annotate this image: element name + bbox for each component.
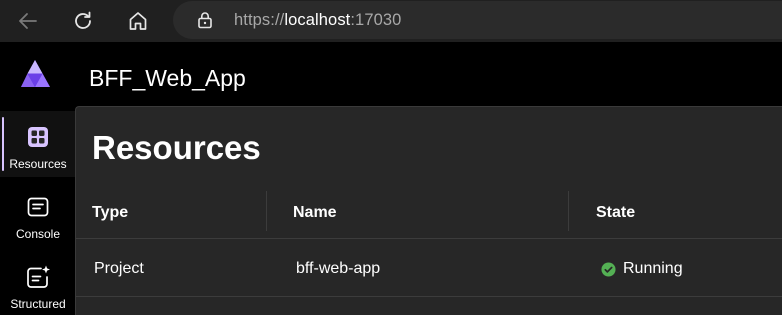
aspire-logo-icon[interactable] — [20, 59, 52, 89]
address-bar[interactable]: https://localhost:17030 — [173, 1, 782, 39]
sidebar-item-label: Resources — [9, 157, 67, 171]
cell-type: Project — [94, 260, 144, 277]
page-title: Resources — [92, 129, 261, 166]
state-label: Running — [623, 260, 683, 277]
reload-button[interactable] — [67, 5, 99, 37]
column-header-type[interactable]: Type — [92, 203, 128, 223]
sidebar-nav: Resources Console Structured — [0, 106, 76, 315]
back-button[interactable] — [12, 5, 44, 37]
sidebar-item-label: Console — [15, 227, 61, 241]
check-circle-icon — [601, 261, 616, 277]
structured-logs-icon — [25, 264, 51, 290]
console-icon — [25, 194, 51, 220]
column-header-state[interactable]: State — [596, 203, 635, 223]
url-scheme: https:// — [234, 11, 285, 29]
url-port: :17030 — [350, 11, 402, 29]
cell-state: Running — [601, 259, 683, 279]
home-button[interactable] — [122, 5, 154, 37]
resources-panel: Resources Type Name State Project bff-we… — [75, 106, 782, 315]
sidebar-item-label: Structured — [10, 297, 66, 311]
url-host: localhost — [284, 11, 351, 29]
table-row[interactable]: Project bff-web-app Running — [76, 240, 782, 297]
column-divider[interactable] — [568, 191, 569, 231]
lock-icon[interactable] — [195, 10, 215, 30]
dashboard-app: BFF_Web_App Resources Console Structured… — [0, 42, 782, 315]
home-icon — [129, 12, 147, 30]
resources-grid-icon — [25, 124, 51, 150]
table-header: Type Name State — [76, 189, 782, 239]
back-arrow-icon — [19, 13, 37, 29]
column-header-name[interactable]: Name — [293, 203, 337, 223]
sidebar-item-console[interactable]: Console — [0, 181, 76, 247]
cell-name[interactable]: bff-web-app — [296, 259, 380, 279]
reload-icon — [75, 11, 91, 29]
url-text: https://localhost:17030 — [234, 10, 401, 30]
column-divider[interactable] — [266, 191, 267, 231]
sidebar-item-resources[interactable]: Resources — [0, 111, 76, 177]
browser-toolbar: https://localhost:17030 — [0, 0, 782, 42]
sidebar-item-structured[interactable]: Structured — [0, 251, 76, 315]
app-title: BFF_Web_App — [89, 65, 246, 91]
